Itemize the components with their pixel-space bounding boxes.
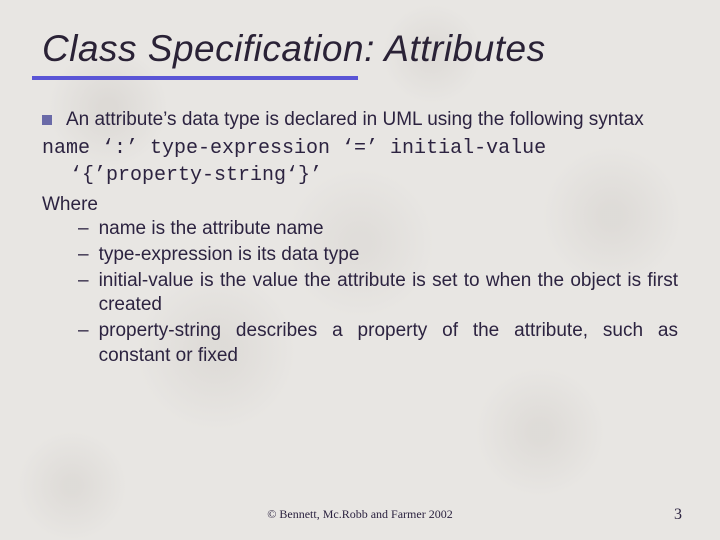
page-number: 3	[674, 506, 682, 524]
slide-body: An attribute’s data type is declared in …	[42, 108, 678, 369]
dash-icon: –	[78, 217, 89, 242]
where-heading: Where	[42, 193, 678, 218]
where-text-2: type-expression is its data type	[99, 243, 678, 268]
list-item: – property-string describes a property o…	[78, 319, 678, 368]
dash-icon: –	[78, 243, 89, 268]
slide-title: Class Specification: Attributes	[42, 28, 678, 70]
syntax-line-2: ‘{’property-string‘}’	[42, 162, 678, 189]
dash-icon: –	[78, 269, 89, 294]
copyright-footer: © Bennett, Mc.Robb and Farmer 2002	[0, 507, 720, 522]
list-item: – initial-value is the value the attribu…	[78, 269, 678, 318]
where-text-3: initial-value is the value the attribute…	[99, 269, 678, 318]
where-list: – name is the attribute name – type-expr…	[78, 217, 678, 368]
intro-text: An attribute’s data type is declared in …	[66, 108, 678, 133]
square-bullet-icon	[42, 115, 52, 125]
list-item: – name is the attribute name	[78, 217, 678, 242]
dash-icon: –	[78, 319, 89, 344]
where-text-4: property-string describes a property of …	[99, 319, 678, 368]
where-text-1: name is the attribute name	[99, 217, 678, 242]
bullet-row: An attribute’s data type is declared in …	[42, 108, 678, 133]
slide: Class Specification: Attributes An attri…	[0, 0, 720, 540]
syntax-block: name ‘:’ type-expression ‘=’ initial-val…	[42, 135, 678, 189]
title-underline	[32, 76, 358, 80]
syntax-line-1: name ‘:’ type-expression ‘=’ initial-val…	[42, 137, 546, 160]
list-item: – type-expression is its data type	[78, 243, 678, 268]
